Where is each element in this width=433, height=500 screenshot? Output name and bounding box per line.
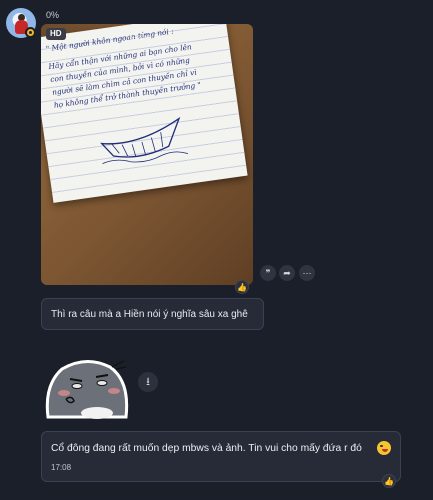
download-button[interactable]: ⭳	[138, 372, 158, 392]
like-reaction-button[interactable]: 👍	[235, 280, 249, 294]
message-text: Thì ra câu mà a Hiền nói ý nghĩa sâu xa …	[51, 309, 248, 320]
forward-icon: ➦	[283, 268, 291, 278]
hd-badge: HD	[46, 28, 66, 40]
quote-icon: ❞	[265, 268, 271, 278]
download-icon: ⭳	[146, 376, 150, 388]
more-icon: ⋯	[302, 268, 312, 278]
thumbs-up-icon: 👍	[384, 477, 394, 486]
sticker-message[interactable]	[42, 355, 132, 420]
message-timestamp: 17:08	[51, 463, 72, 472]
message-text: Cổ đông đang rất muốn dẹp mbws và ảnh. T…	[51, 443, 362, 454]
thumbs-up-icon: 👍	[237, 283, 247, 292]
wink-emoji-icon	[377, 441, 391, 455]
text-message[interactable]: Cổ đông đang rất muốn dẹp mbws và ảnh. T…	[41, 431, 401, 482]
like-reaction-button[interactable]: 👍	[382, 474, 396, 488]
avatar-status-icon	[25, 27, 36, 38]
photo-watermark: CAO CỐNG THÀNH	[127, 34, 167, 39]
note-paper: " Một người khôn ngoan từng nói : Hãy cẩ…	[41, 24, 248, 203]
image-message[interactable]: " Một người khôn ngoan từng nói : Hãy cẩ…	[41, 24, 253, 285]
boat-drawing-icon	[100, 116, 189, 164]
text-message[interactable]: Thì ra câu mà a Hiền nói ý nghĩa sâu xa …	[41, 298, 264, 330]
more-button[interactable]: ⋯	[299, 265, 315, 281]
forward-button[interactable]: ➦	[279, 265, 295, 281]
quote-button[interactable]: ❞	[260, 265, 276, 281]
upload-progress-label: 0%	[46, 10, 60, 20]
